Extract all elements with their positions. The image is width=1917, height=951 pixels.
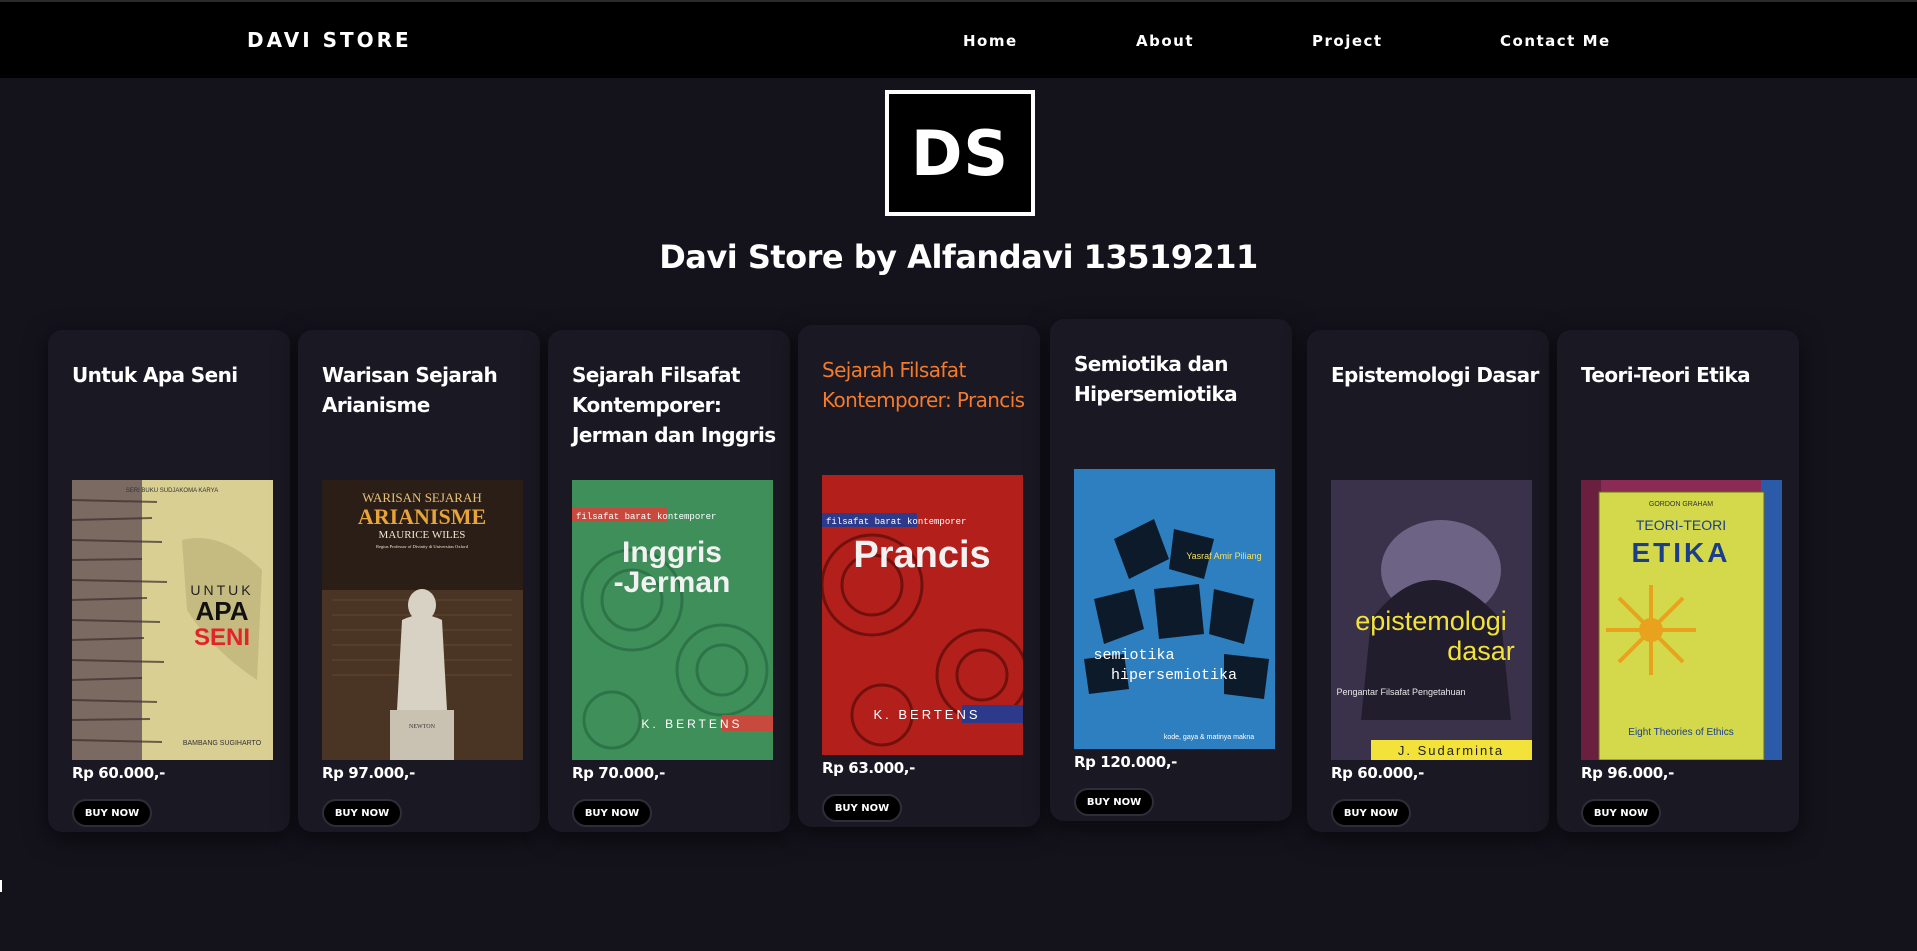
product-title: Warisan Sejarah Arianisme (322, 363, 498, 417)
cover-author: K. BERTENS (641, 717, 742, 731)
cover-top-text: WARISAN SEJARAH (362, 490, 482, 505)
nav-link-home[interactable]: Home (963, 32, 1018, 50)
buy-now-button[interactable]: BUY NOW (822, 794, 902, 822)
product-title: Teori-Teori Etika (1581, 363, 1751, 387)
page-title: Davi Store by Alfandavi 13519211 (659, 238, 1258, 276)
cover-line2: dasar (1447, 636, 1515, 666)
cover-line1: Prancis (853, 534, 990, 576)
cover-top-text: SERI BUKU SUDJAKOMA KARYA (126, 488, 218, 494)
cover-top-text: GORDON GRAHAM (1649, 501, 1713, 508)
book-cover-image: filsafat barat kontemporer Inggris -Jerm… (572, 480, 773, 760)
cover-line2: MAURICE WILES (379, 529, 466, 541)
product-title: Epistemologi Dasar (1331, 363, 1539, 387)
book-cover-image: Yasraf Amir Piliang semiotika hipersemio… (1074, 469, 1275, 749)
nav-link-contact-me[interactable]: Contact Me (1500, 32, 1611, 50)
cover-top-text: Yasraf Amir Piliang (1186, 551, 1261, 561)
product-price: Rp 96.000,- (1581, 764, 1674, 782)
product-title: Sejarah Filsafat Kontemporer: Jerman dan… (572, 363, 776, 447)
cover-line1: semiotika (1093, 647, 1174, 664)
edge-marker (0, 880, 2, 892)
nav-link-about[interactable]: About (1136, 32, 1194, 50)
buy-now-button[interactable]: BUY NOW (572, 799, 652, 827)
product-title: Semiotika dan Hipersemiotika (1074, 352, 1238, 406)
cover-author: BAMBANG SUGIHARTO (183, 740, 262, 747)
cover-line3: Regius Professor of Divinity di Universi… (376, 544, 469, 549)
product-price: Rp 120.000,- (1074, 753, 1177, 771)
book-cover-image: filsafat barat kontemporer Prancis K. BE… (822, 475, 1023, 755)
cover-author: NEWTON (409, 724, 436, 730)
navbar: DAVI STORE Home About Project Contact Me (0, 0, 1917, 78)
brand-name[interactable]: DAVI STORE (247, 28, 412, 52)
cover-author: K. BERTENS (873, 707, 980, 722)
cover-line2: hipersemiotika (1111, 667, 1237, 684)
cover-line1: epistemologi (1355, 606, 1507, 636)
product-price: Rp 70.000,- (572, 764, 665, 782)
book-cover-image: GORDON GRAHAM TEORI-TEORI ETIKA Eight Th… (1581, 480, 1782, 760)
site-logo: DS (885, 90, 1035, 216)
product-title: Sejarah Filsafat Kontemporer: Prancis (822, 358, 1025, 412)
cover-line3: SENI (194, 624, 250, 651)
product-card: Semiotika dan Hipersemiotika Yasraf Amir… (1050, 319, 1292, 821)
product-price: Rp 97.000,- (322, 764, 415, 782)
buy-now-button[interactable]: BUY NOW (72, 799, 152, 827)
cover-author: J. Sudarminta (1398, 743, 1504, 758)
cover-line3: Pengantar Filsafat Pengetahuan (1336, 687, 1465, 697)
product-card: Teori-Teori Etika GORDON GRAHAM TEORI-TE… (1557, 330, 1799, 832)
cover-line3: kode, gaya & matinya makna (1164, 734, 1254, 741)
buy-now-button[interactable]: BUY NOW (1581, 799, 1661, 827)
product-title: Untuk Apa Seni (72, 363, 238, 387)
cover-line1: TEORI-TEORI (1636, 517, 1726, 533)
cover-top-text: filsafat barat kontemporer (576, 512, 716, 522)
cover-line2: -Jerman (614, 566, 731, 599)
product-card: Warisan Sejarah Arianisme WARISAN SEJARA… (298, 330, 540, 832)
logo-text: DS (910, 116, 1010, 190)
product-card: Epistemologi Dasar epistemologi dasar Pe… (1307, 330, 1549, 832)
cover-line1: ARIANISME (358, 504, 486, 529)
cover-line2: APA (196, 596, 249, 626)
product-price: Rp 60.000,- (1331, 764, 1424, 782)
product-card: Untuk Apa Seni SERI BUKU SUDJAKOMA KARYA… (48, 330, 290, 832)
cover-line2: ETIKA (1632, 537, 1731, 568)
cover-line3: Eight Theories of Ethics (1628, 727, 1733, 738)
nav-link-project[interactable]: Project (1312, 32, 1383, 50)
book-cover-image: SERI BUKU SUDJAKOMA KARYA UNTUK APA SENI… (72, 480, 273, 760)
buy-now-button[interactable]: BUY NOW (322, 799, 402, 827)
book-cover-image: WARISAN SEJARAH ARIANISME MAURICE WILES … (322, 480, 523, 760)
buy-now-button[interactable]: BUY NOW (1331, 799, 1411, 827)
buy-now-button[interactable]: BUY NOW (1074, 788, 1154, 816)
cover-top-text: filsafat barat kontemporer (826, 517, 966, 527)
cover-line1: Inggris (622, 536, 722, 569)
product-price: Rp 63.000,- (822, 759, 915, 777)
book-cover-image: epistemologi dasar Pengantar Filsafat Pe… (1331, 480, 1532, 760)
product-card-active: Sejarah Filsafat Kontemporer: Prancis fi… (798, 325, 1040, 827)
product-price: Rp 60.000,- (72, 764, 165, 782)
product-card: Sejarah Filsafat Kontemporer: Jerman dan… (548, 330, 790, 832)
